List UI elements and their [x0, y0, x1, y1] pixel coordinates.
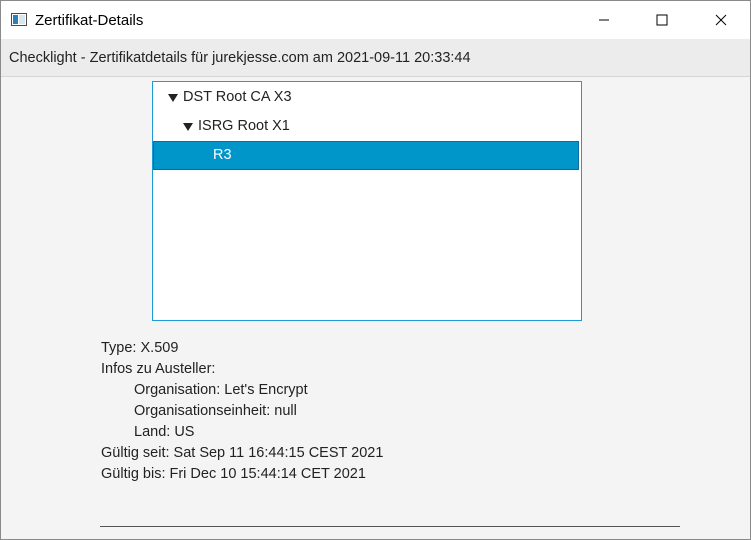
valid-from: Gültig seit: Sat Sep 11 16:44:15 CEST 20… — [101, 445, 384, 461]
maximize-icon — [656, 14, 668, 26]
tree-item-isrg-root-x1[interactable]: ISRG Root X1 — [154, 113, 578, 140]
type-line: Type: X.509 — [101, 340, 179, 356]
title-bar[interactable]: Zertifikat-Details — [1, 1, 750, 39]
app-window-icon — [11, 13, 27, 26]
expand-arrow-icon[interactable] — [168, 94, 178, 102]
valid-until: Gültig bis: Fri Dec 10 15:44:14 CET 2021 — [101, 466, 366, 482]
certificate-chain-tree[interactable]: DST Root CA X3 ISRG Root X1 R3 — [152, 81, 582, 321]
certificate-details-window: Zertifikat-Details Checklight - Zertifik… — [0, 0, 751, 540]
expand-arrow-icon[interactable] — [183, 123, 193, 131]
issuer-country: Land: US — [134, 424, 195, 440]
header-bar: Checklight - Zertifikatdetails für jurek… — [1, 39, 750, 77]
separator-line — [100, 526, 680, 527]
issuer-organisation-unit: Organisationseinheit: null — [134, 403, 297, 419]
window-title: Zertifikat-Details — [35, 12, 144, 29]
tree-item-label: ISRG Root X1 — [198, 118, 290, 134]
close-button[interactable] — [692, 1, 750, 39]
tree-item-r3[interactable]: R3 — [153, 141, 579, 170]
tree-item-label: DST Root CA X3 — [183, 89, 292, 105]
tree-item-label: R3 — [213, 147, 232, 163]
issuer-heading: Infos zu Austeller: — [101, 361, 216, 377]
header-text: Checklight - Zertifikatdetails für jurek… — [9, 50, 471, 66]
minimize-icon — [599, 19, 609, 21]
issuer-organisation: Organisation: Let's Encrypt — [134, 382, 308, 398]
minimize-button[interactable] — [575, 1, 633, 39]
maximize-button[interactable] — [633, 1, 691, 39]
close-icon — [715, 14, 727, 26]
tree-item-dst-root-ca-x3[interactable]: DST Root CA X3 — [154, 84, 578, 111]
